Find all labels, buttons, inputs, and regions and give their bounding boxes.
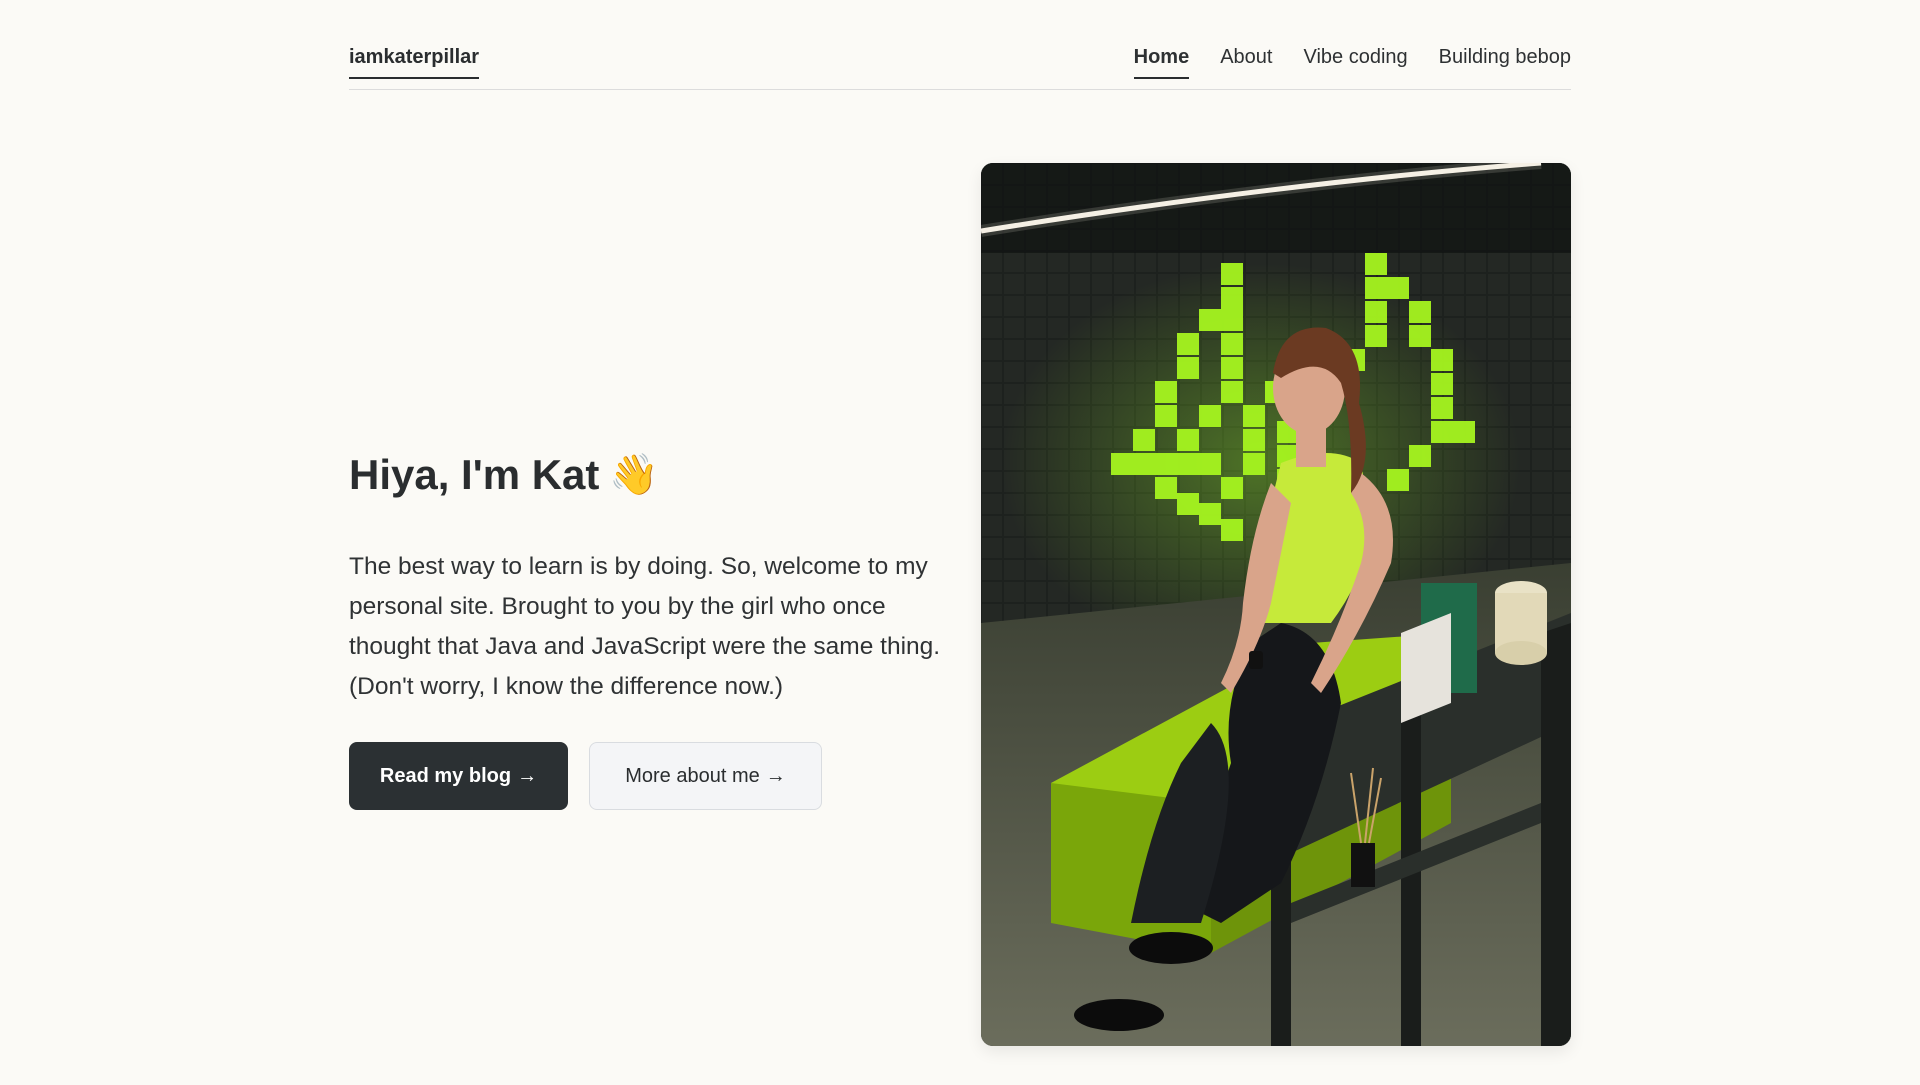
hero-text: Hiya, I'm Kat 👋 The best way to learn is… [349,445,949,707]
profile-photo-illustration [981,163,1571,1046]
hero-intro-paragraph: The best way to learn is by doing. So, w… [349,553,941,700]
nav-home[interactable]: Home [1133,45,1190,79]
more-about-me-button-label: More about me [625,764,760,787]
read-blog-button[interactable]: Read my blog → [349,742,568,810]
main-nav: Home About Vibe coding Building bebop [1133,45,1571,79]
site-header: iamkaterpillar Home About Vibe coding Bu… [349,0,1571,90]
read-blog-button-label: Read my blog [379,764,512,787]
hero-buttons: Read my blog → More about me → [349,742,822,810]
hero-title: Hiya, I'm Kat 👋 [349,445,949,505]
profile-photo [981,163,1571,1046]
arrow-right-icon: → [517,764,538,787]
hero-title-text: Hiya, I'm Kat [349,451,600,498]
waving-hand-icon: 👋 [609,453,660,497]
nav-building-bebop[interactable]: Building bebop [1439,45,1571,79]
more-about-me-button[interactable]: More about me → [589,742,822,810]
nav-about[interactable]: About [1220,45,1272,79]
site-logo-link[interactable]: iamkaterpillar [349,45,480,79]
nav-vibe-coding[interactable]: Vibe coding [1303,45,1407,79]
arrow-right-icon: → [765,764,786,787]
page-container: iamkaterpillar Home About Vibe coding Bu… [349,0,1571,1046]
